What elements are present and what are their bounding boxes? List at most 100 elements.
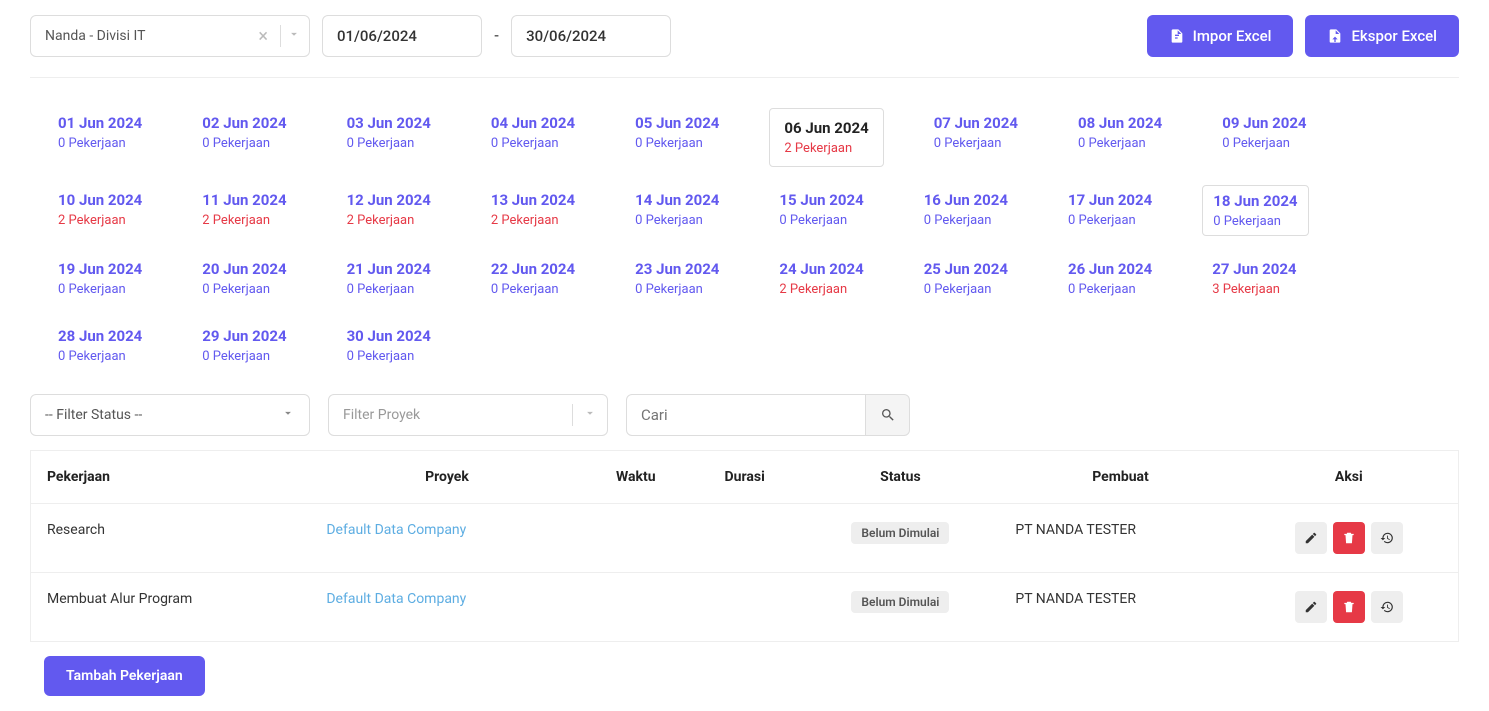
calendar-day[interactable]: 10 Jun 20242 Pekerjaan <box>48 185 152 236</box>
project-link-cell[interactable]: Default Data Company <box>312 504 581 573</box>
calendar-day[interactable]: 22 Jun 2024 0 Pekerjaan <box>481 254 585 303</box>
history-button[interactable] <box>1371 591 1403 623</box>
time-cell <box>582 504 690 573</box>
edit-button[interactable] <box>1295 591 1327 623</box>
calendar-day[interactable]: 13 Jun 2024 2 Pekerjaan <box>481 185 585 236</box>
user-select-value: Nanda - Divisi IT <box>45 28 252 44</box>
task-name-cell: Membuat Alur Program <box>31 573 313 642</box>
calendar-date-label: 14 Jun 2024 <box>635 191 719 209</box>
history-icon <box>1380 531 1394 545</box>
pencil-icon <box>1304 531 1318 545</box>
time-cell <box>582 573 690 642</box>
calendar-day[interactable]: 23 Jun 20240 Pekerjaan <box>625 254 729 303</box>
calendar-grid: 01 Jun 20240 Pekerjaan02 Jun 20240 Peker… <box>30 78 1459 394</box>
clear-icon[interactable]: × <box>252 26 274 47</box>
calendar-day[interactable]: 28 Jun 20240 Pekerjaan <box>48 321 152 370</box>
calendar-day[interactable]: 26 Jun 20240 Pekerjaan <box>1058 254 1162 303</box>
calendar-date-label: 13 Jun 2024 <box>491 191 575 209</box>
date-from-input[interactable] <box>322 15 482 57</box>
project-filter-select[interactable]: Filter Proyek <box>328 394 608 436</box>
add-task-button[interactable]: Tambah Pekerjaan <box>44 656 205 696</box>
table-header: Waktu <box>582 451 690 504</box>
calendar-date-label: 04 Jun 2024 <box>491 114 575 132</box>
calendar-count-label: 0 Pekerjaan <box>934 136 1018 151</box>
calendar-day[interactable]: 14 Jun 20240 Pekerjaan <box>625 185 729 236</box>
calendar-count-label: 0 Pekerjaan <box>347 136 431 151</box>
chevron-down-icon <box>583 406 607 424</box>
calendar-date-label: 03 Jun 2024 <box>347 114 431 132</box>
delete-button[interactable] <box>1333 522 1365 554</box>
calendar-count-label: 2 Pekerjaan <box>491 213 575 228</box>
calendar-date-label: 29 Jun 2024 <box>202 327 286 345</box>
calendar-date-label: 22 Jun 2024 <box>491 260 575 278</box>
calendar-count-label: 0 Pekerjaan <box>924 282 1008 297</box>
calendar-count-label: 3 Pekerjaan <box>1212 282 1296 297</box>
calendar-count-label: 0 Pekerjaan <box>779 213 863 228</box>
project-link-cell[interactable]: Default Data Company <box>312 573 581 642</box>
calendar-day[interactable]: 18 Jun 20240 Pekerjaan <box>1202 185 1308 236</box>
edit-button[interactable] <box>1295 522 1327 554</box>
delete-button[interactable] <box>1333 591 1365 623</box>
search-button[interactable] <box>866 394 910 436</box>
calendar-count-label: 0 Pekerjaan <box>635 136 719 151</box>
calendar-date-label: 11 Jun 2024 <box>202 191 286 209</box>
calendar-day[interactable]: 27 Jun 2024 3 Pekerjaan <box>1202 254 1306 303</box>
calendar-day[interactable]: 20 Jun 2024 0 Pekerjaan <box>192 254 296 303</box>
calendar-day[interactable]: 25 Jun 20240 Pekerjaan <box>914 254 1018 303</box>
table-header: Durasi <box>690 451 799 504</box>
calendar-day[interactable]: 03 Jun 2024 0 Pekerjaan <box>337 108 441 167</box>
calendar-day[interactable]: 30 Jun 20240 Pekerjaan <box>337 321 441 370</box>
pencil-icon <box>1304 600 1318 614</box>
calendar-date-label: 09 Jun 2024 <box>1222 114 1306 132</box>
file-import-icon <box>1169 28 1185 44</box>
calendar-date-label: 01 Jun 2024 <box>58 114 142 132</box>
calendar-day[interactable]: 24 Jun 20242 Pekerjaan <box>769 254 873 303</box>
history-button[interactable] <box>1371 522 1403 554</box>
calendar-count-label: 0 Pekerjaan <box>491 282 575 297</box>
import-excel-button[interactable]: Impor Excel <box>1147 15 1294 57</box>
calendar-day[interactable]: 04 Jun 20240 Pekerjaan <box>481 108 585 167</box>
calendar-day[interactable]: 16 Jun 20240 Pekerjaan <box>914 185 1018 236</box>
calendar-day[interactable]: 29 Jun 2024 0 Pekerjaan <box>192 321 296 370</box>
export-excel-label: Ekspor Excel <box>1351 27 1437 45</box>
calendar-day[interactable]: 17 Jun 20240 Pekerjaan <box>1058 185 1162 236</box>
calendar-day[interactable]: 02 Jun 20240 Pekerjaan <box>192 108 296 167</box>
calendar-day[interactable]: 12 Jun 20242 Pekerjaan <box>337 185 441 236</box>
status-filter-select[interactable]: -- Filter Status -- <box>30 394 310 436</box>
user-select[interactable]: Nanda - Divisi IT × <box>30 15 310 57</box>
chevron-down-icon[interactable] <box>287 27 301 45</box>
calendar-count-label: 0 Pekerjaan <box>58 349 142 364</box>
calendar-date-label: 27 Jun 2024 <box>1212 260 1296 278</box>
export-excel-button[interactable]: Ekspor Excel <box>1305 15 1459 57</box>
calendar-count-label: 2 Pekerjaan <box>202 213 286 228</box>
calendar-date-label: 07 Jun 2024 <box>934 114 1018 132</box>
calendar-count-label: 0 Pekerjaan <box>202 349 286 364</box>
calendar-day[interactable]: 08 Jun 20240 Pekerjaan <box>1068 108 1172 167</box>
date-separator: - <box>494 28 499 44</box>
calendar-count-label: 0 Pekerjaan <box>58 282 142 297</box>
table-header: Pekerjaan <box>31 451 313 504</box>
search-input[interactable] <box>626 394 866 436</box>
calendar-day[interactable]: 15 Jun 20240 Pekerjaan <box>769 185 873 236</box>
file-export-icon <box>1327 28 1343 44</box>
calendar-count-label: 0 Pekerjaan <box>202 282 286 297</box>
date-to-input[interactable] <box>511 15 671 57</box>
table-header: Proyek <box>312 451 581 504</box>
calendar-date-label: 05 Jun 2024 <box>635 114 719 132</box>
calendar-day[interactable]: 21 Jun 20240 Pekerjaan <box>337 254 441 303</box>
calendar-count-label: 0 Pekerjaan <box>202 136 286 151</box>
calendar-date-label: 20 Jun 2024 <box>202 260 286 278</box>
calendar-count-label: 0 Pekerjaan <box>635 282 719 297</box>
calendar-day[interactable]: 07 Jun 2024 0 Pekerjaan <box>924 108 1028 167</box>
calendar-count-label: 2 Pekerjaan <box>784 141 868 156</box>
duration-cell <box>690 504 799 573</box>
calendar-count-label: 0 Pekerjaan <box>1222 136 1306 151</box>
calendar-day[interactable]: 06 Jun 20242 Pekerjaan <box>769 108 883 167</box>
calendar-day[interactable]: 01 Jun 20240 Pekerjaan <box>48 108 152 167</box>
calendar-day[interactable]: 11 Jun 2024 2 Pekerjaan <box>192 185 296 236</box>
calendar-day[interactable]: 05 Jun 2024 0 Pekerjaan <box>625 108 729 167</box>
calendar-day[interactable]: 19 Jun 20240 Pekerjaan <box>48 254 152 303</box>
status-filter-value: -- Filter Status -- <box>45 407 142 423</box>
calendar-day[interactable]: 09 Jun 2024 0 Pekerjaan <box>1212 108 1316 167</box>
calendar-count-label: 2 Pekerjaan <box>58 213 142 228</box>
